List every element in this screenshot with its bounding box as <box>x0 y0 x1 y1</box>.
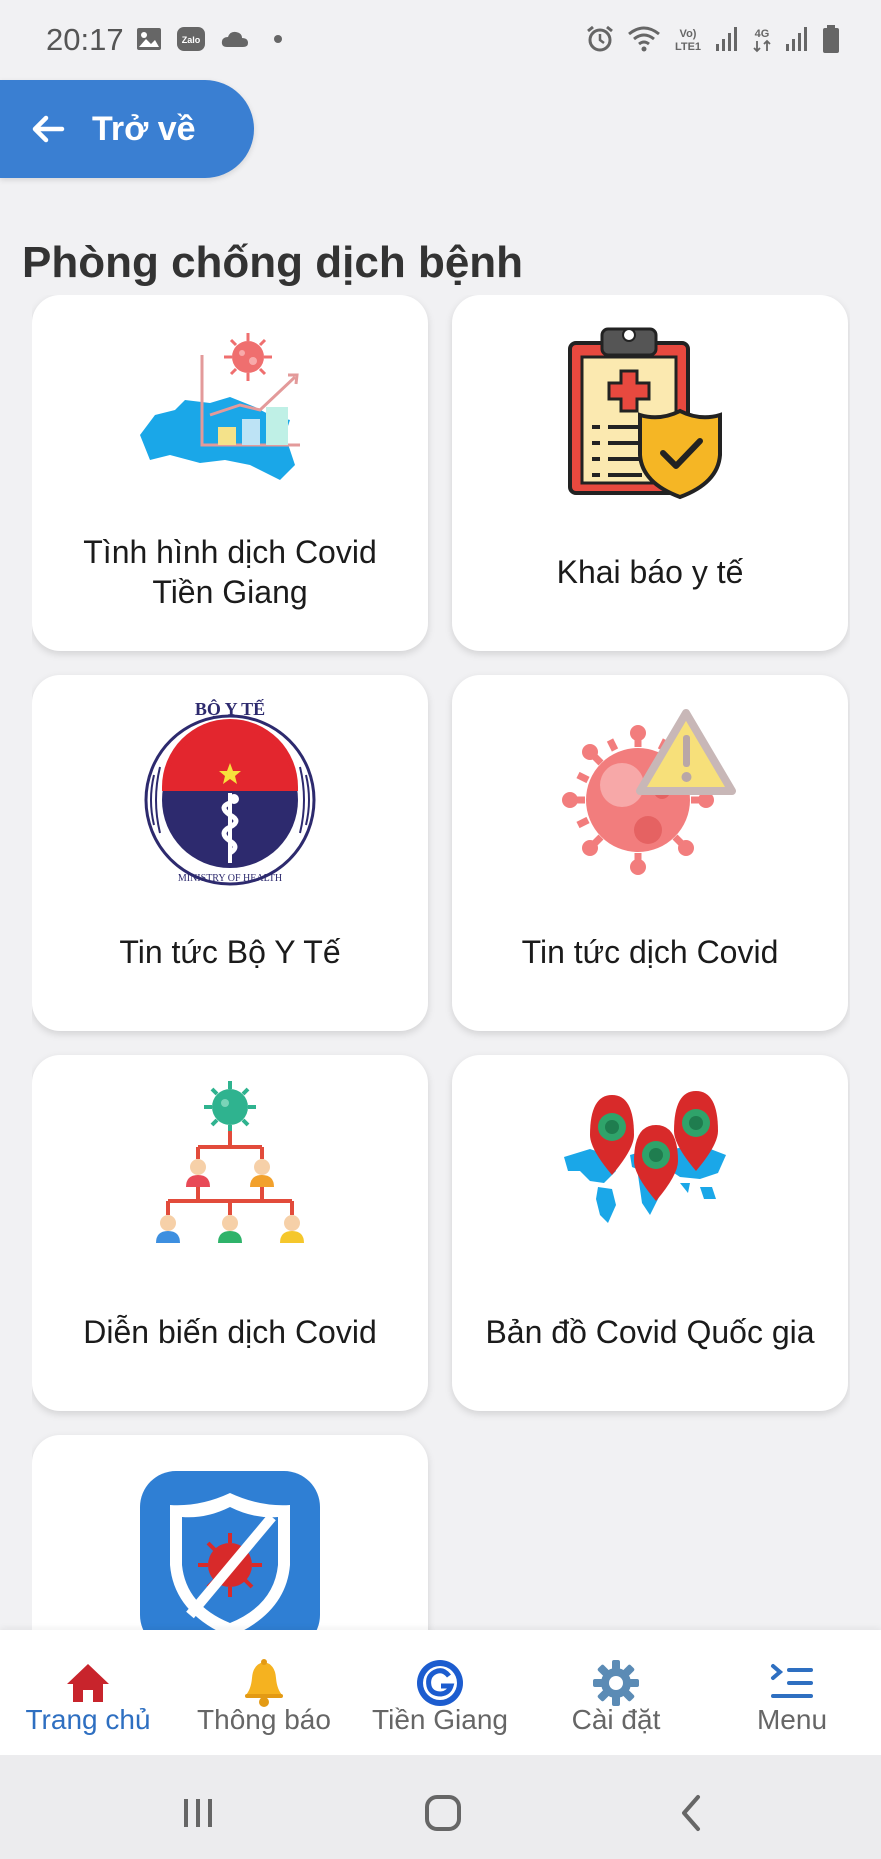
nav-settings[interactable]: Cài đặt <box>528 1630 704 1755</box>
back-chevron-icon[interactable] <box>660 1783 720 1843</box>
nav-label: Menu <box>756 1704 828 1735</box>
world-map-pins-icon <box>564 1091 726 1223</box>
dot-icon <box>274 35 282 43</box>
card-label: Bản đồ Covid Quốc gia <box>485 1314 815 1350</box>
back-label: Trở về <box>92 109 196 148</box>
home-circle-icon[interactable] <box>413 1783 473 1843</box>
status-left-icons: Zalo <box>136 26 288 52</box>
nav-label: Tiền Giang <box>372 1704 508 1735</box>
battery-icon <box>823 25 839 53</box>
zalo-icon: Zalo <box>177 27 205 51</box>
logo-top-text: BỘ Y TẾ <box>195 698 265 719</box>
card-covid-tien-giang[interactable]: Tình hình dịch Covid Tiền Giang <box>32 295 428 651</box>
back-button[interactable]: Trở về <box>0 80 254 178</box>
gear-icon <box>593 1660 639 1706</box>
medical-clipboard-shield-icon <box>568 327 722 500</box>
card-label: Diễn biến dịch Covid <box>83 1314 377 1350</box>
nav-label: Trang chủ <box>25 1704 151 1735</box>
status-right-icons: Vo) LTE1 4G <box>585 24 841 54</box>
feature-grid: Tình hình dịch Covid Tiền Giang Khai báo… <box>32 295 850 1631</box>
4g-icon: 4G <box>753 28 771 53</box>
volte-icon: Vo)LTE1 <box>675 28 701 53</box>
nav-menu[interactable]: Menu <box>704 1630 880 1755</box>
card-khai-bao-y-te[interactable]: Khai báo y tế <box>452 295 848 651</box>
card-ban-do-covid-quoc-gia[interactable]: Bản đồ Covid Quốc gia <box>452 1055 848 1411</box>
card-bluezone[interactable] <box>32 1435 428 1631</box>
svg-text:LTE1: LTE1 <box>675 41 701 53</box>
signal-icon <box>786 27 807 51</box>
virus-spread-tree-icon <box>156 1081 304 1243</box>
map-chart-virus-icon <box>140 333 300 480</box>
bell-icon <box>245 1659 283 1707</box>
bottom-nav: Trang chủ Thông báo Tiền Giang Cài đặt M… <box>0 1630 881 1755</box>
signal-icon <box>716 27 737 51</box>
status-bar: 20:17 Zalo Vo) LTE1 4G <box>0 0 881 80</box>
card-tin-tuc-dich-covid[interactable]: Tin tức dịch Covid <box>452 675 848 1031</box>
card-label: Tình hình dịch Covid Tiền Giang <box>83 534 377 610</box>
page-title: Phòng chống dịch bệnh <box>22 238 524 287</box>
nav-label: Thông báo <box>197 1704 331 1735</box>
bluezone-shield-icon <box>140 1471 320 1631</box>
logo-bottom-text: MINISTRY OF HEALTH <box>178 873 282 884</box>
svg-text:Vo): Vo) <box>680 28 697 40</box>
nav-label: Cài đặt <box>571 1704 661 1735</box>
card-dien-bien-dich-covid[interactable]: Diễn biến dịch Covid <box>32 1055 428 1411</box>
ministry-of-health-logo: BỘ Y TẾ MINISTRY OF HEALTH <box>144 698 316 886</box>
svg-text:Zalo: Zalo <box>182 35 201 45</box>
alarm-icon <box>587 25 613 52</box>
svg-text:4G: 4G <box>755 28 770 40</box>
nav-notifications[interactable]: Thông báo <box>176 1630 352 1755</box>
tien-giang-logo-icon <box>417 1660 463 1706</box>
card-label: Tin tức dịch Covid <box>521 934 779 970</box>
image-icon <box>137 28 161 50</box>
system-nav-bar <box>0 1755 881 1859</box>
card-label: Tin tức Bộ Y Tế <box>119 934 341 970</box>
arrow-left-icon <box>32 115 65 143</box>
wifi-icon <box>628 26 660 52</box>
cloud-icon <box>221 31 248 47</box>
card-tin-tuc-bo-y-te[interactable]: BỘ Y TẾ MINISTRY OF HEALTH Tin tức Bộ Y … <box>32 675 428 1031</box>
virus-warning-icon <box>562 709 736 875</box>
nav-tien-giang[interactable]: Tiền Giang <box>352 1630 528 1755</box>
nav-home[interactable]: Trang chủ <box>0 1630 176 1755</box>
home-icon <box>67 1664 109 1702</box>
menu-icon <box>771 1664 813 1698</box>
recents-icon[interactable] <box>168 1783 228 1843</box>
status-time: 20:17 <box>46 22 124 57</box>
card-label: Khai báo y tế <box>556 554 744 590</box>
